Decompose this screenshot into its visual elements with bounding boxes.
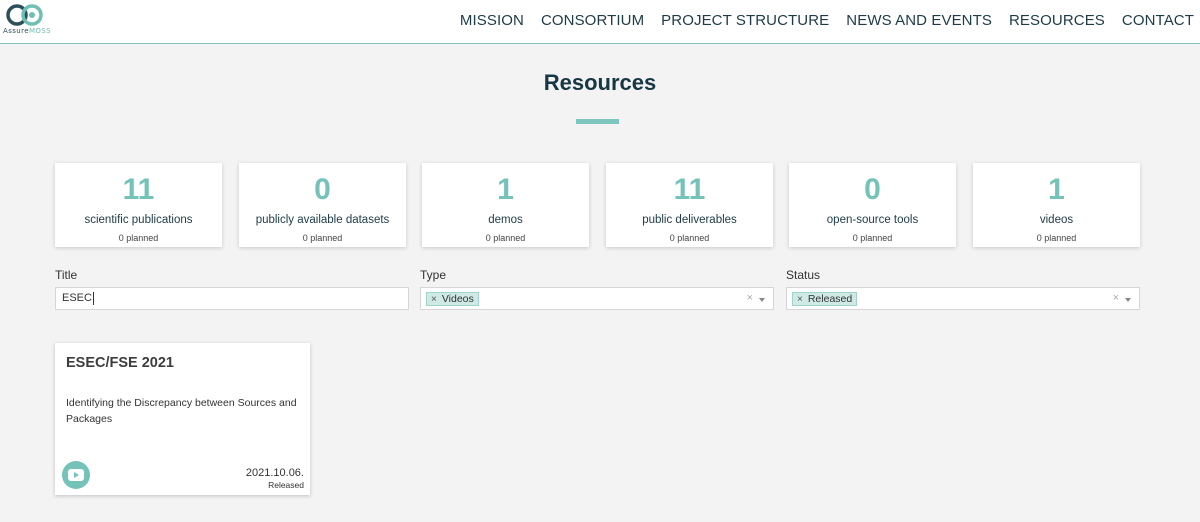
stat-planned: 0 planned [1036,233,1077,243]
clear-icon[interactable]: × [1113,292,1119,304]
stat-card-deliverables: 11 public deliverables 0 planned [606,163,773,247]
resource-status: Released [268,480,304,490]
resource-title: ESEC/FSE 2021 [66,355,174,371]
nav-project-structure[interactable]: PROJECT STRUCTURE [661,12,829,29]
nav-news-and-events[interactable]: NEWS AND EVENTS [846,12,992,29]
resource-date: 2021.10.06. [245,467,304,479]
nav-contact[interactable]: CONTACT [1122,12,1194,29]
type-filter-select[interactable]: × Videos × [420,287,774,310]
nav-consortium[interactable]: CONSORTIUM [541,12,644,29]
stat-card-demos: 1 demos 0 planned [422,163,589,247]
stat-card-open-source-tools: 0 open-source tools 0 planned [789,163,956,247]
video-play-icon[interactable] [62,461,90,489]
nav-mission[interactable]: MISSION [460,12,524,29]
stat-value: 0 [314,173,331,206]
stat-card-datasets: 0 publicly available datasets 0 planned [239,163,406,247]
type-chip-videos: × Videos [426,292,479,306]
type-filter-label: Type [420,268,447,282]
title-underline [576,119,619,124]
stat-planned: 0 planned [852,233,893,243]
stat-label: demos [488,214,523,226]
status-filter-label: Status [786,268,821,282]
stat-value: 1 [497,173,514,206]
stat-card-videos: 1 videos 0 planned [973,163,1140,247]
resource-description: Identifying the Discrepancy between Sour… [66,397,297,425]
chip-remove-icon[interactable]: × [797,294,803,305]
stat-value: 11 [122,173,155,206]
status-filter-select[interactable]: × Released × [786,287,1140,310]
status-chip-released: × Released [792,292,858,306]
clear-icon[interactable]: × [747,292,753,304]
text-cursor [92,291,94,305]
stat-label: public deliverables [642,214,737,226]
stat-planned: 0 planned [669,233,710,243]
resource-card[interactable]: ESEC/FSE 2021 Identifying the Discrepanc… [55,343,310,495]
stat-label: publicly available datasets [255,214,390,226]
stat-label: open-source tools [826,214,919,226]
chip-remove-icon[interactable]: × [431,294,437,305]
stat-planned: 0 planned [302,233,343,243]
top-navigation-bar: AssureMOSS MISSION CONSORTIUM PROJECT ST… [0,0,1200,44]
chevron-down-icon[interactable] [759,298,765,302]
logo-text: AssureMOSS [3,27,51,35]
main-nav: MISSION CONSORTIUM PROJECT STRUCTURE NEW… [443,0,1194,40]
stat-planned: 0 planned [118,233,159,243]
title-filter-input[interactable]: ESEC [55,287,409,310]
nav-resources[interactable]: RESOURCES [1009,12,1105,29]
stat-label: scientific publications [84,214,193,226]
stat-card-scientific-publications: 11 scientific publications 0 planned [55,163,222,247]
page-title: Resources [543,70,657,95]
stat-value: 1 [1048,173,1065,206]
stat-value: 0 [864,173,881,206]
stat-label: videos [1039,214,1074,226]
stat-value: 11 [673,173,706,206]
stat-planned: 0 planned [485,233,526,243]
title-filter-label: Title [55,268,78,282]
chevron-down-icon[interactable] [1125,298,1131,302]
